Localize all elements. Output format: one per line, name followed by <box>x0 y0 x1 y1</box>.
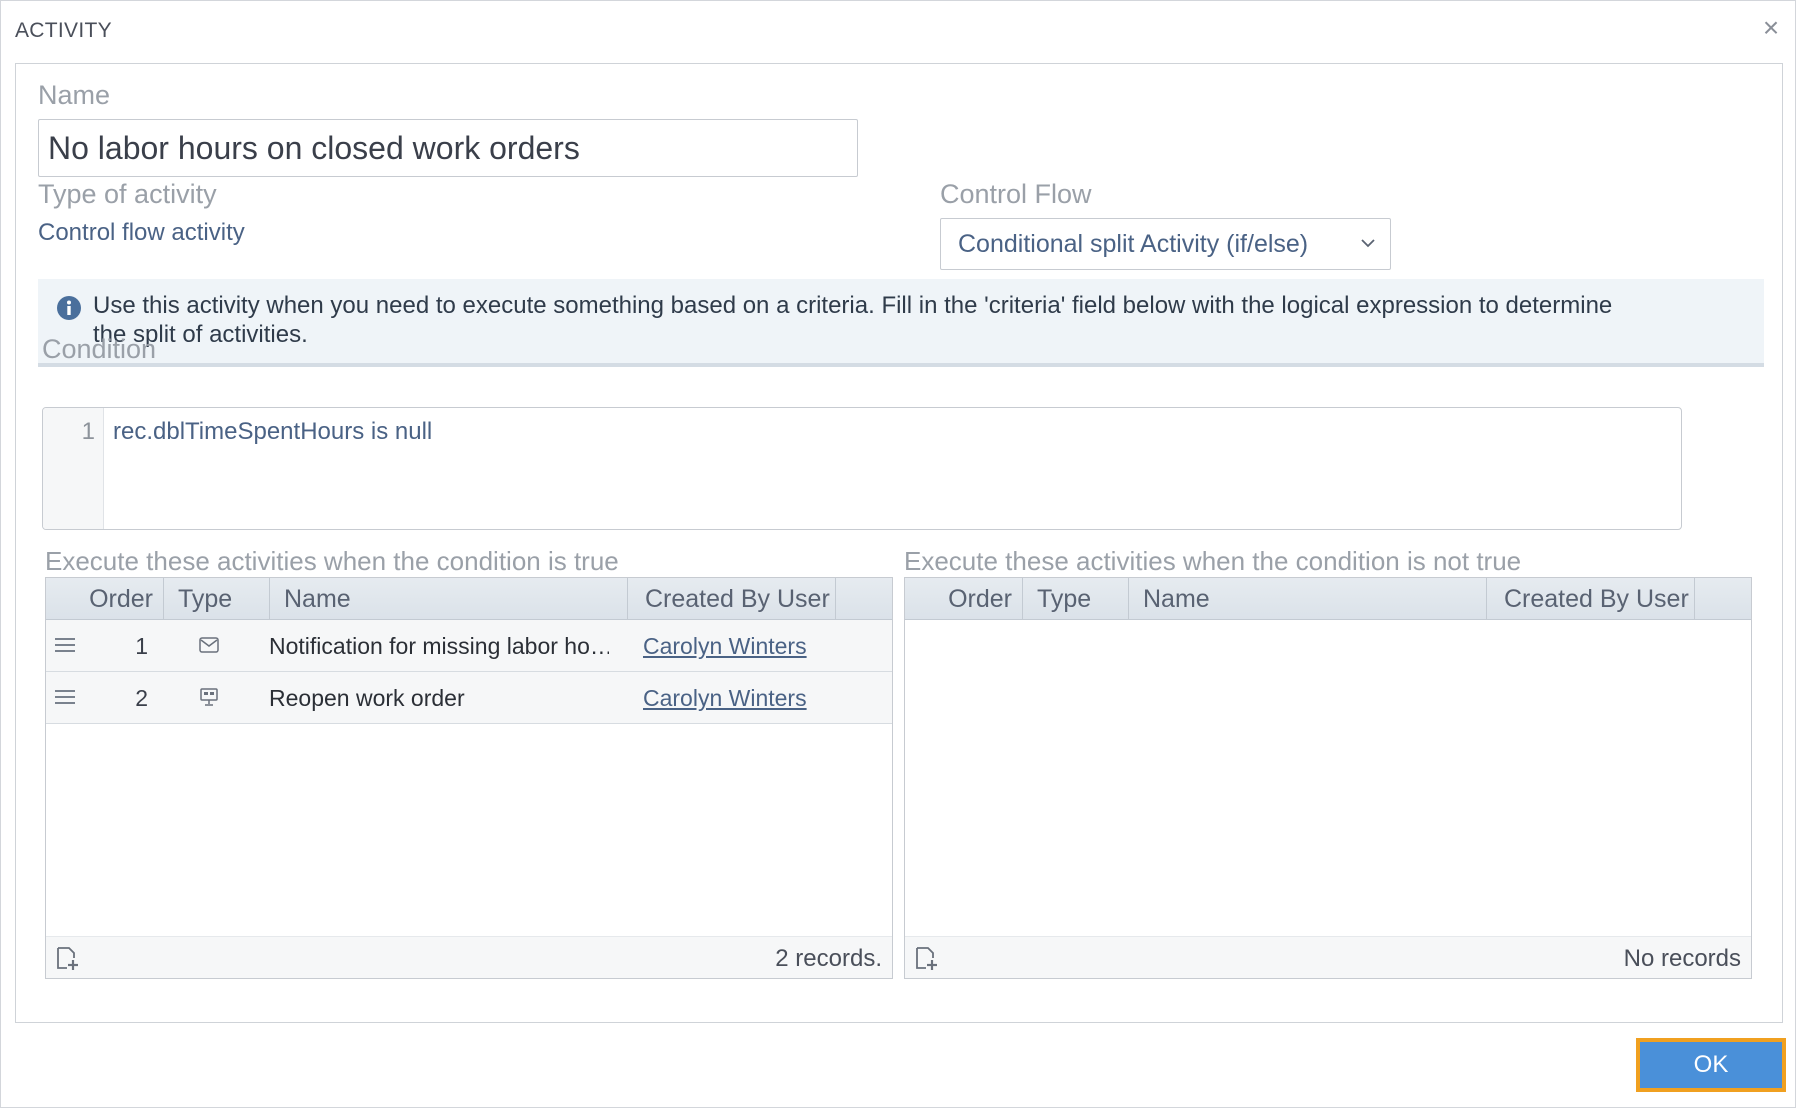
envelope-icon <box>199 637 219 653</box>
record-count: No records <box>1623 945 1741 972</box>
dialog-title: ACTIVITY <box>15 19 112 42</box>
control-flow-label: Control Flow <box>940 179 1092 209</box>
column-type[interactable]: Type <box>164 578 270 620</box>
close-icon[interactable]: × <box>1757 14 1785 43</box>
false-grid-label: Execute these activities when the condit… <box>904 546 1522 576</box>
row-order: 1 <box>135 633 148 659</box>
column-order[interactable]: Order <box>46 578 164 620</box>
grid-header: Order Type Name Created By User <box>905 578 1751 620</box>
column-order[interactable]: Order <box>905 578 1023 620</box>
true-grid-label: Execute these activities when the condit… <box>45 546 619 576</box>
control-flow-select[interactable]: Conditional split Activity (if/else) <box>940 218 1391 270</box>
row-name: Reopen work order <box>269 685 465 711</box>
false-activities-grid: Order Type Name Created By User No recor… <box>904 577 1752 979</box>
created-by-link[interactable]: Carolyn Winters <box>643 685 807 712</box>
row-name: Notification for missing labor ho… <box>269 633 609 659</box>
created-by-link[interactable]: Carolyn Winters <box>643 633 807 660</box>
table-row[interactable]: 2 Reopen work order Carolyn Winters <box>46 672 892 724</box>
add-icon[interactable] <box>912 944 940 972</box>
info-box: Use this activity when you need to execu… <box>38 279 1764 367</box>
info-text: Use this activity when you need to execu… <box>93 292 1613 348</box>
control-flow-selected-value: Conditional split Activity (if/else) <box>958 230 1309 258</box>
table-row[interactable]: 1 Notification for missing labor ho… Car… <box>46 620 892 672</box>
column-name[interactable]: Name <box>1129 578 1487 620</box>
type-of-activity-value: Control flow activity <box>38 219 245 246</box>
column-created-by[interactable]: Created By User <box>1487 578 1695 620</box>
name-input[interactable] <box>38 119 858 177</box>
condition-label: Condition <box>42 334 157 364</box>
ok-button[interactable]: OK <box>1636 1038 1786 1092</box>
activity-dialog: ACTIVITY × Name Type of activity Control… <box>0 0 1796 1108</box>
workflow-icon <box>200 688 218 706</box>
line-number: 1 <box>81 418 95 445</box>
row-order: 2 <box>135 685 148 711</box>
grid-footer: 2 records. <box>46 936 892 978</box>
grid-footer: No records <box>905 936 1751 978</box>
column-type[interactable]: Type <box>1023 578 1129 620</box>
drag-handle-icon[interactable] <box>54 689 76 705</box>
grid-header: Order Type Name Created By User <box>46 578 892 620</box>
condition-editor[interactable]: 1 rec.dblTimeSpentHours is null <box>42 407 1682 530</box>
name-label: Name <box>38 80 111 110</box>
chevron-down-icon <box>1361 239 1375 248</box>
content-panel: Name Type of activity Control flow activ… <box>15 63 1783 1023</box>
condition-code: rec.dblTimeSpentHours is null <box>113 418 433 445</box>
type-of-activity-label: Type of activity <box>38 179 217 209</box>
add-icon[interactable] <box>53 944 81 972</box>
line-gutter: 1 <box>43 408 104 529</box>
column-name[interactable]: Name <box>270 578 628 620</box>
drag-handle-icon[interactable] <box>54 637 76 653</box>
record-count: 2 records. <box>775 945 882 972</box>
column-created-by[interactable]: Created By User <box>628 578 836 620</box>
true-activities-grid: Order Type Name Created By User 1 Notifi… <box>45 577 893 979</box>
info-icon <box>57 296 81 320</box>
